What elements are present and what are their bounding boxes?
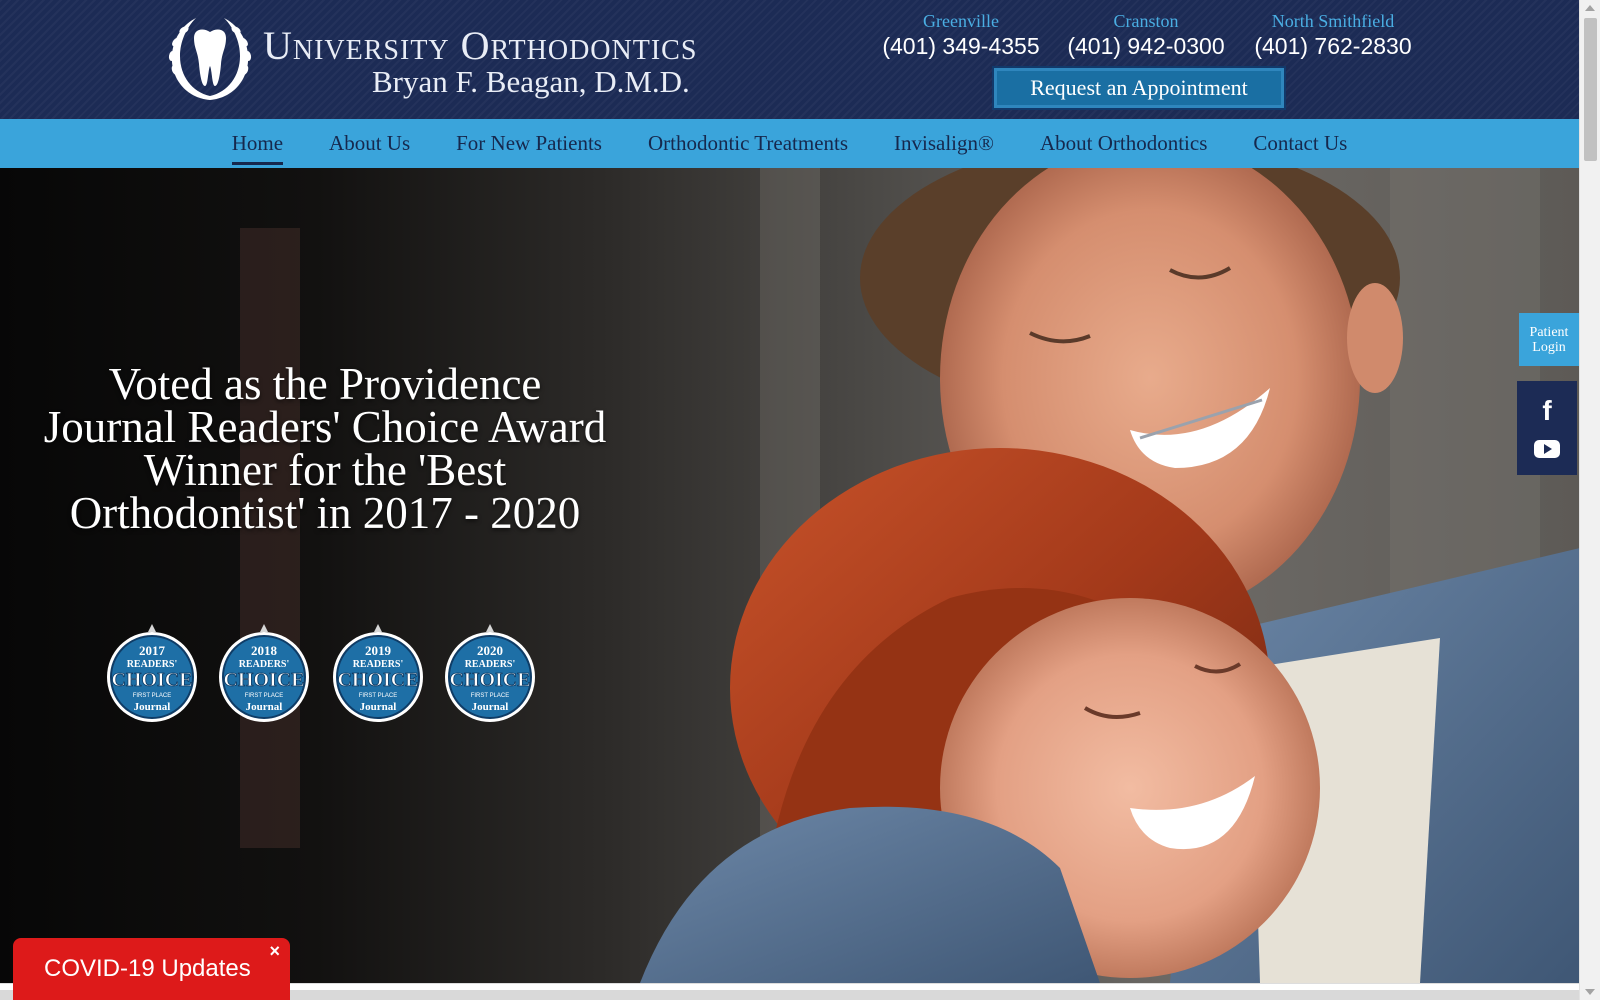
badge-line3: FIRST PLACE xyxy=(471,693,510,699)
nav-item-contact-us[interactable]: Contact Us xyxy=(1253,123,1347,165)
badge-line3: FIRST PLACE xyxy=(133,693,172,699)
badge-line3: FIRST PLACE xyxy=(245,693,284,699)
nav-item-about-orthodontics[interactable]: About Orthodontics xyxy=(1040,123,1207,165)
patient-login-line1: Patient xyxy=(1529,324,1569,340)
nav-item-for-new-patients[interactable]: For New Patients xyxy=(456,123,602,165)
location-phone-link[interactable]: (401) 762-2830 xyxy=(1251,32,1415,60)
badge-line4: Journal xyxy=(472,701,509,713)
badge-line3: FIRST PLACE xyxy=(359,693,398,699)
hero-headline: Voted as the Providence Journal Readers'… xyxy=(43,359,607,538)
badge-year: 2017 xyxy=(139,643,166,658)
badge-line4: Journal xyxy=(134,701,171,713)
doctor-name: Bryan F. Beagan, D.M.D. xyxy=(372,64,690,99)
readers-choice-badge: 2018 READERS' CHOICE FIRST PLACE Journal xyxy=(219,624,309,722)
hero-banner: Voted as the Providence Journal Readers'… xyxy=(0,168,1579,983)
badge-line2: CHOICE xyxy=(111,669,192,691)
location-greenville: Greenville (401) 349-4355 xyxy=(877,10,1045,60)
nav-item-orthodontic-treatments[interactable]: Orthodontic Treatments xyxy=(648,123,848,165)
youtube-icon[interactable] xyxy=(1533,438,1561,460)
badge-year: 2019 xyxy=(365,643,392,658)
scroll-up-arrow-icon[interactable] xyxy=(1585,5,1595,11)
badge-line4: Journal xyxy=(246,701,283,713)
main-nav: Home About Us For New Patients Orthodont… xyxy=(0,119,1579,168)
close-icon[interactable]: × xyxy=(269,942,280,960)
request-appointment-button[interactable]: Request an Appointment xyxy=(992,66,1286,110)
readers-choice-badges: 2017 READERS' CHOICE FIRST PLACE Journal… xyxy=(100,622,560,722)
readers-choice-badge: 2020 READERS' CHOICE FIRST PLACE Journal xyxy=(445,624,535,722)
social-links: f xyxy=(1517,381,1577,475)
nav-item-invisalign[interactable]: Invisalign® xyxy=(894,123,994,165)
nav-item-about-us[interactable]: About Us xyxy=(329,123,410,165)
badge-line2: CHOICE xyxy=(449,669,530,691)
location-cranston: Cranston (401) 942-0300 xyxy=(1064,10,1228,60)
svg-text:f: f xyxy=(1542,396,1552,424)
location-name: Cranston xyxy=(1113,11,1179,31)
scroll-thumb[interactable] xyxy=(1584,18,1597,161)
covid-updates-label: COVID-19 Updates xyxy=(44,955,251,982)
patient-login-line2: Login xyxy=(1532,339,1566,355)
location-name: Greenville xyxy=(923,11,999,31)
readers-choice-badge: 2017 READERS' CHOICE FIRST PLACE Journal xyxy=(107,624,197,722)
covid-updates-tab[interactable]: COVID-19 Updates × xyxy=(13,938,290,1000)
readers-choice-badge: 2019 READERS' CHOICE FIRST PLACE Journal xyxy=(333,624,423,722)
location-north-smithfield: North Smithfield (401) 762-2830 xyxy=(1251,10,1415,60)
site-header: University Orthodontics Bryan F. Beagan,… xyxy=(0,0,1579,119)
badge-year: 2020 xyxy=(477,643,503,658)
vertical-scrollbar[interactable] xyxy=(1579,0,1600,1000)
patient-login-button[interactable]: Patient Login xyxy=(1519,313,1579,366)
location-name: North Smithfield xyxy=(1271,11,1395,31)
location-phone-link[interactable]: (401) 349-4355 xyxy=(877,32,1045,60)
hero-photo xyxy=(0,168,1579,983)
location-phone-link[interactable]: (401) 942-0300 xyxy=(1064,32,1228,60)
tooth-laurel-logo-icon[interactable] xyxy=(164,12,256,104)
badge-year: 2018 xyxy=(251,643,278,658)
nav-item-home[interactable]: Home xyxy=(231,123,284,165)
brand-name[interactable]: University Orthodontics xyxy=(263,22,843,69)
badge-line4: Journal xyxy=(360,701,397,713)
badge-line2: CHOICE xyxy=(223,669,304,691)
facebook-icon[interactable]: f xyxy=(1534,396,1560,424)
badge-line2: CHOICE xyxy=(337,669,418,691)
scroll-down-arrow-icon[interactable] xyxy=(1585,989,1595,995)
